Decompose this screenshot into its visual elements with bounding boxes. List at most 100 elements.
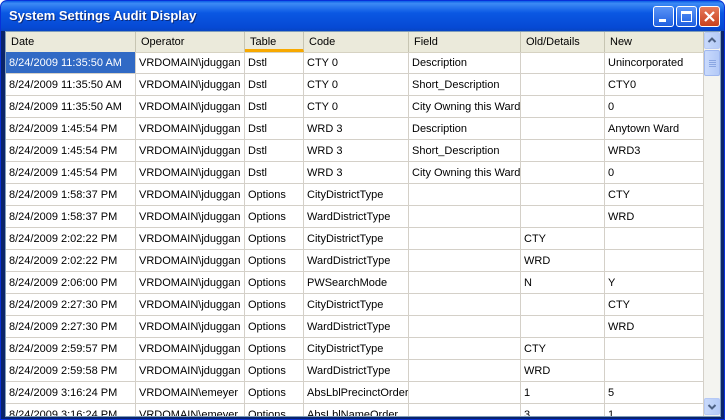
cell-date[interactable]: 8/24/2009 1:58:37 PM	[6, 206, 136, 228]
cell-old-details[interactable]: N	[521, 272, 605, 294]
cell-code[interactable]: CityDistrictType	[304, 184, 409, 206]
cell-table[interactable]: Options	[245, 338, 304, 360]
cell-new[interactable]: CTY	[605, 294, 704, 316]
cell-table[interactable]: Dstl	[245, 118, 304, 140]
cell-field[interactable]	[409, 250, 521, 272]
cell-field[interactable]: Short_Description	[409, 140, 521, 162]
cell-old-details[interactable]: CTY	[521, 338, 605, 360]
cell-field[interactable]	[409, 316, 521, 338]
table-row[interactable]: 8/24/2009 1:45:54 PM VRDOMAIN\jduggan Dstl…	[6, 162, 704, 184]
audit-grid[interactable]: Date Operator Table Code Field Old/Details New…	[6, 32, 704, 416]
cell-field[interactable]	[409, 382, 521, 404]
scroll-down-button[interactable]	[704, 398, 720, 415]
table-row[interactable]: 8/24/2009 3:16:24 PM VRDOMAIN\emeyer Optio…	[6, 404, 704, 416]
table-row[interactable]: 8/24/2009 1:45:54 PM VRDOMAIN\jduggan Dstl…	[6, 140, 704, 162]
cell-code[interactable]: WardDistrictType	[304, 206, 409, 228]
cell-old-details[interactable]: WRD	[521, 360, 605, 382]
table-row[interactable]: 8/24/2009 2:27:30 PM VRDOMAIN\jduggan Opti…	[6, 294, 704, 316]
cell-old-details[interactable]	[521, 316, 605, 338]
cell-code[interactable]: CTY 0	[304, 96, 409, 118]
cell-old-details[interactable]	[521, 206, 605, 228]
table-row[interactable]: 8/24/2009 2:59:58 PM VRDOMAIN\jduggan Opti…	[6, 360, 704, 382]
cell-date[interactable]: 8/24/2009 2:59:57 PM	[6, 338, 136, 360]
cell-new[interactable]: 0	[605, 162, 704, 184]
cell-new[interactable]	[605, 250, 704, 272]
cell-date[interactable]: 8/24/2009 2:27:30 PM	[6, 316, 136, 338]
cell-table[interactable]: Options	[245, 206, 304, 228]
cell-old-details[interactable]	[521, 96, 605, 118]
cell-new[interactable]: 0	[605, 96, 704, 118]
table-row[interactable]: 8/24/2009 1:58:37 PM VRDOMAIN\jduggan Opti…	[6, 206, 704, 228]
cell-operator[interactable]: VRDOMAIN\emeyer	[136, 382, 245, 404]
cell-new[interactable]: Unincorporated	[605, 52, 704, 74]
scroll-thumb[interactable]	[704, 50, 720, 76]
cell-operator[interactable]: VRDOMAIN\jduggan	[136, 52, 245, 74]
vertical-scrollbar[interactable]	[704, 32, 720, 416]
cell-date[interactable]: 8/24/2009 11:35:50 AM	[6, 74, 136, 96]
cell-field[interactable]	[409, 184, 521, 206]
cell-field[interactable]	[409, 360, 521, 382]
cell-field[interactable]: Description	[409, 118, 521, 140]
cell-code[interactable]: PWSearchMode	[304, 272, 409, 294]
cell-new[interactable]: WRD3	[605, 140, 704, 162]
cell-field[interactable]: City Owning this Ward	[409, 162, 521, 184]
cell-operator[interactable]: VRDOMAIN\jduggan	[136, 338, 245, 360]
cell-table[interactable]: Options	[245, 228, 304, 250]
cell-old-details[interactable]	[521, 162, 605, 184]
cell-code[interactable]: CTY 0	[304, 52, 409, 74]
cell-code[interactable]: CityDistrictType	[304, 228, 409, 250]
cell-code[interactable]: WardDistrictType	[304, 250, 409, 272]
title-bar[interactable]: System Settings Audit Display	[1, 1, 724, 31]
cell-operator[interactable]: VRDOMAIN\jduggan	[136, 96, 245, 118]
cell-field[interactable]	[409, 294, 521, 316]
cell-code[interactable]: CityDistrictType	[304, 338, 409, 360]
minimize-button[interactable]	[653, 6, 674, 27]
cell-date[interactable]: 8/24/2009 2:02:22 PM	[6, 228, 136, 250]
cell-operator[interactable]: VRDOMAIN\jduggan	[136, 360, 245, 382]
cell-table[interactable]: Dstl	[245, 140, 304, 162]
cell-operator[interactable]: VRDOMAIN\jduggan	[136, 316, 245, 338]
table-row[interactable]: 8/24/2009 2:59:57 PM VRDOMAIN\jduggan Opti…	[6, 338, 704, 360]
cell-field[interactable]: Description	[409, 52, 521, 74]
cell-code[interactable]: AbsLblPrecinctOrder	[304, 382, 409, 404]
column-header-old-details[interactable]: Old/Details	[521, 32, 605, 52]
cell-table[interactable]: Dstl	[245, 96, 304, 118]
cell-old-details[interactable]: CTY	[521, 228, 605, 250]
column-header-field[interactable]: Field	[409, 32, 521, 52]
column-header-date[interactable]: Date	[6, 32, 136, 52]
cell-table[interactable]: Options	[245, 316, 304, 338]
cell-old-details[interactable]: WRD	[521, 250, 605, 272]
table-row[interactable]: 8/24/2009 11:35:50 AM VRDOMAIN\jduggan Dst…	[6, 52, 704, 74]
cell-code[interactable]: WRD 3	[304, 162, 409, 184]
cell-date[interactable]: 8/24/2009 1:45:54 PM	[6, 140, 136, 162]
column-header-operator[interactable]: Operator	[136, 32, 245, 52]
column-header-code[interactable]: Code	[304, 32, 409, 52]
cell-operator[interactable]: VRDOMAIN\jduggan	[136, 228, 245, 250]
cell-new[interactable]: CTY	[605, 184, 704, 206]
close-button[interactable]	[699, 6, 720, 27]
cell-new[interactable]: 1	[605, 404, 704, 416]
table-row[interactable]: 8/24/2009 3:16:24 PM VRDOMAIN\emeyer Optio…	[6, 382, 704, 404]
cell-field[interactable]	[409, 404, 521, 416]
cell-operator[interactable]: VRDOMAIN\emeyer	[136, 404, 245, 416]
cell-date[interactable]: 8/24/2009 11:35:50 AM	[6, 96, 136, 118]
cell-code[interactable]: WardDistrictType	[304, 316, 409, 338]
table-row[interactable]: 8/24/2009 2:06:00 PM VRDOMAIN\jduggan Opti…	[6, 272, 704, 294]
table-row[interactable]: 8/24/2009 11:35:50 AM VRDOMAIN\jduggan Dst…	[6, 74, 704, 96]
cell-code[interactable]: AbsLblNameOrder	[304, 404, 409, 416]
cell-old-details[interactable]	[521, 184, 605, 206]
cell-table[interactable]: Options	[245, 382, 304, 404]
cell-field[interactable]: City Owning this Ward	[409, 96, 521, 118]
table-row[interactable]: 8/24/2009 2:02:22 PM VRDOMAIN\jduggan Opti…	[6, 250, 704, 272]
table-row[interactable]: 8/24/2009 1:45:54 PM VRDOMAIN\jduggan Dstl…	[6, 118, 704, 140]
cell-new[interactable]: WRD	[605, 206, 704, 228]
cell-operator[interactable]: VRDOMAIN\jduggan	[136, 162, 245, 184]
cell-old-details[interactable]	[521, 74, 605, 96]
cell-old-details[interactable]	[521, 294, 605, 316]
column-header-table[interactable]: Table	[245, 32, 304, 52]
cell-operator[interactable]: VRDOMAIN\jduggan	[136, 294, 245, 316]
cell-operator[interactable]: VRDOMAIN\jduggan	[136, 184, 245, 206]
cell-operator[interactable]: VRDOMAIN\jduggan	[136, 272, 245, 294]
cell-code[interactable]: WardDistrictType	[304, 360, 409, 382]
cell-operator[interactable]: VRDOMAIN\jduggan	[136, 206, 245, 228]
